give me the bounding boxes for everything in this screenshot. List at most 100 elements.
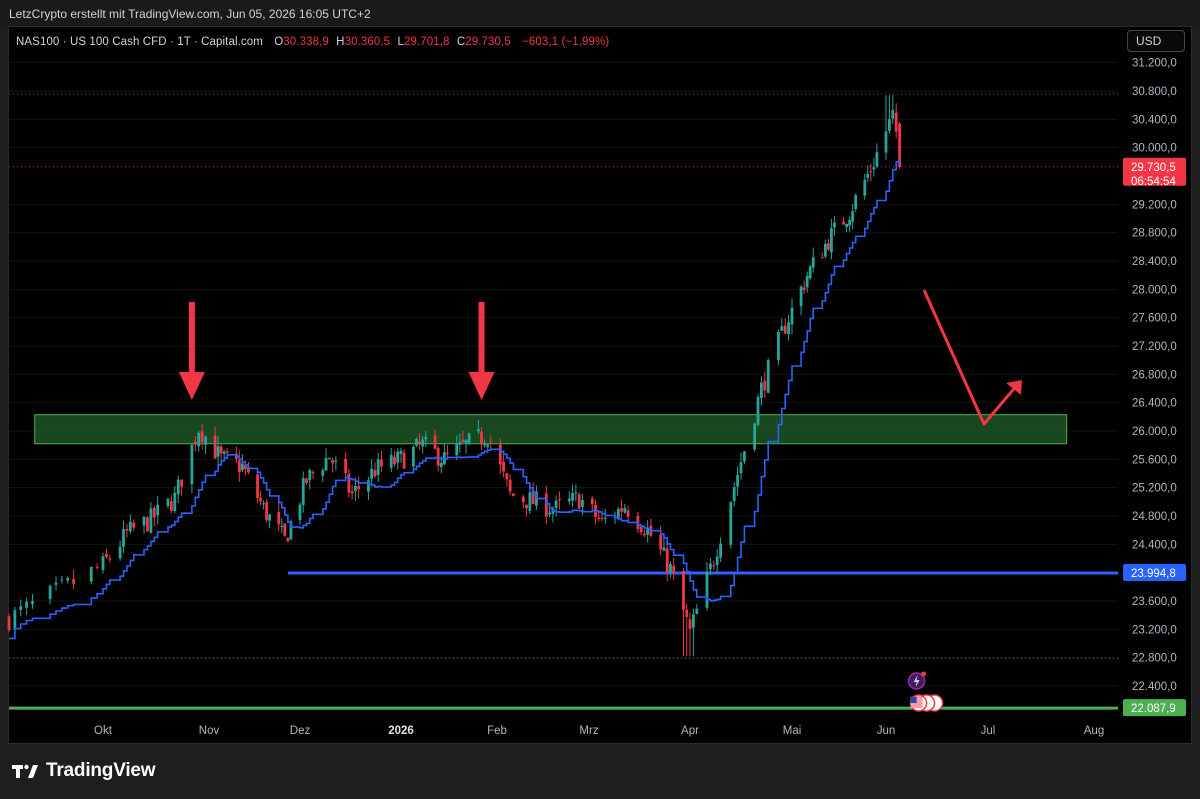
grid bbox=[9, 62, 1118, 687]
low-label: L bbox=[397, 36, 404, 48]
annotations bbox=[178, 289, 1022, 426]
candle-body bbox=[799, 286, 803, 307]
down-arrow-1[interactable] bbox=[178, 302, 205, 400]
candle-body bbox=[811, 257, 815, 268]
candle-body bbox=[72, 579, 76, 584]
candle-body bbox=[753, 423, 756, 450]
candle-body bbox=[132, 522, 136, 528]
candle-body bbox=[866, 173, 870, 178]
x-tick-label: Nov bbox=[199, 725, 220, 737]
candle-body bbox=[802, 287, 806, 290]
candle-body bbox=[19, 606, 23, 610]
candle-body bbox=[665, 548, 669, 573]
candle-body bbox=[743, 451, 746, 462]
candle-body bbox=[662, 547, 666, 551]
candle-body bbox=[357, 486, 361, 490]
candle-body bbox=[528, 492, 532, 511]
candle-body bbox=[54, 582, 58, 585]
candle-body bbox=[180, 479, 184, 487]
candle-body bbox=[367, 480, 370, 492]
candle-body bbox=[204, 436, 207, 445]
symbol-name: NAS100 · US 100 Cash CFD · 1T · Capital.… bbox=[16, 36, 263, 48]
currency-button[interactable]: USD bbox=[1127, 30, 1185, 52]
x-tick-label: Okt bbox=[94, 725, 113, 737]
candle-body bbox=[577, 494, 581, 509]
candle-body bbox=[719, 543, 722, 558]
y-tick-label: 24.800,0 bbox=[1132, 511, 1177, 523]
candle-body bbox=[464, 440, 468, 444]
x-tick-label: 2026 bbox=[388, 725, 414, 737]
candle-body bbox=[780, 326, 784, 331]
candle-body bbox=[567, 498, 571, 502]
candle-body bbox=[483, 444, 487, 446]
footer bbox=[0, 744, 1200, 799]
candle-body bbox=[467, 433, 471, 443]
candle-body bbox=[95, 566, 99, 568]
candle-body bbox=[521, 496, 525, 503]
candle-body bbox=[259, 497, 262, 502]
resistance-zone[interactable] bbox=[34, 414, 1068, 445]
candle-body bbox=[480, 431, 483, 445]
candle-body bbox=[869, 171, 873, 173]
candle-body bbox=[122, 529, 125, 547]
candle-body bbox=[845, 224, 848, 227]
candle-body bbox=[60, 579, 64, 581]
close-value: 29.730,5 bbox=[465, 36, 511, 48]
y-tick-label: 23.600,0 bbox=[1132, 596, 1177, 608]
y-tick-label: 26.400,0 bbox=[1132, 398, 1177, 410]
candle-body bbox=[108, 558, 112, 560]
y-tick-label: 26.000,0 bbox=[1132, 426, 1177, 438]
candle-body bbox=[502, 461, 505, 472]
y-tick-label: 28.800,0 bbox=[1132, 228, 1177, 240]
candle-body bbox=[237, 460, 241, 473]
down-arrow-2[interactable] bbox=[468, 302, 495, 400]
candle-body bbox=[715, 556, 719, 565]
y-tick-label: 30.400,0 bbox=[1132, 114, 1177, 126]
candle-body bbox=[25, 601, 29, 608]
candle-body bbox=[321, 470, 325, 476]
open-label: O bbox=[274, 36, 284, 48]
candle-body bbox=[353, 486, 357, 492]
candlestick-chart[interactable]: 31.200,0 30.800,0 30.400,0 30.000,0 29.200,0… bbox=[0, 0, 1200, 799]
x-axis: Okt Nov Dez 2026 Feb Mrz Apr Mai Jun Jul Aug bbox=[94, 725, 1104, 737]
symbol-legend: NAS100 · US 100 Cash CFD · 1T · Capital.… bbox=[16, 36, 609, 48]
candle-body bbox=[262, 503, 265, 505]
candle-body bbox=[331, 460, 334, 464]
candle-body bbox=[219, 446, 223, 454]
candle-body bbox=[505, 473, 509, 480]
y-tick-label: 31.200,0 bbox=[1132, 58, 1177, 70]
candle-body bbox=[571, 493, 574, 501]
candle-body bbox=[213, 435, 217, 459]
candle-body bbox=[872, 167, 876, 170]
candle-body bbox=[286, 537, 290, 542]
candle-body bbox=[105, 553, 108, 558]
projection-arrow[interactable] bbox=[922, 289, 1020, 426]
candle-body bbox=[439, 462, 443, 468]
y-axis: 31.200,0 30.800,0 30.400,0 30.000,0 29.200,0… bbox=[1123, 58, 1186, 717]
candle-body bbox=[712, 565, 716, 567]
candle-body bbox=[851, 211, 855, 222]
event-icons[interactable] bbox=[907, 671, 944, 712]
y-tick-label: 23.200,0 bbox=[1132, 624, 1177, 636]
y-tick-label: 26.800,0 bbox=[1132, 369, 1177, 381]
candle-body bbox=[777, 332, 780, 361]
candle-body bbox=[128, 521, 132, 532]
candle-body bbox=[739, 462, 743, 474]
candle-body bbox=[498, 444, 502, 465]
candle-body bbox=[193, 441, 197, 445]
candle-body bbox=[31, 600, 34, 605]
candle-body bbox=[848, 220, 852, 226]
candle-body bbox=[863, 179, 867, 196]
candle-body bbox=[283, 523, 287, 536]
candle-body bbox=[396, 451, 400, 463]
candle-body bbox=[709, 563, 712, 570]
close-label: C bbox=[456, 36, 466, 48]
candle-body bbox=[380, 459, 383, 467]
last-price-label: 29.730,5 bbox=[1131, 162, 1176, 174]
candle-body bbox=[152, 507, 156, 518]
candle-body bbox=[311, 472, 315, 474]
open-value: 30.338,9 bbox=[283, 36, 329, 48]
tradingview-logo[interactable]: TradingView bbox=[12, 760, 156, 782]
candle-body bbox=[376, 459, 380, 475]
candle-body bbox=[149, 508, 153, 533]
